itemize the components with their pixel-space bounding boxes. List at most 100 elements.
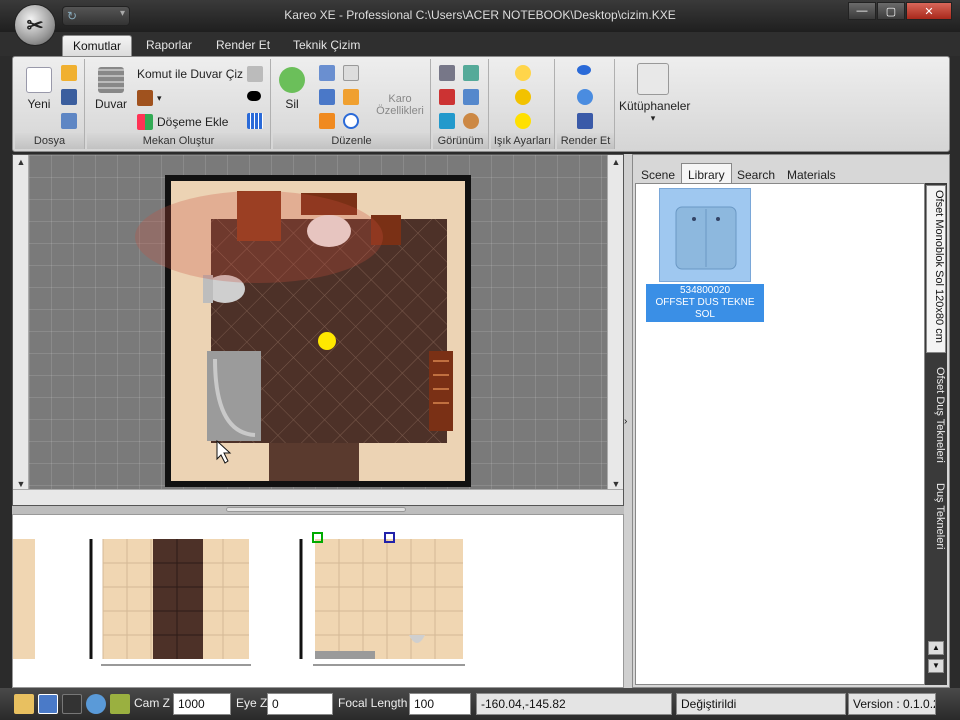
floor-tiles-icon: [137, 114, 153, 130]
cut-icon[interactable]: [319, 65, 335, 81]
category-scroll-down-icon[interactable]: ▼: [928, 659, 944, 673]
title-bar: Kareo XE - Professional C:\Users\ACER NO…: [0, 0, 960, 32]
save-icon[interactable]: [61, 89, 77, 105]
category-ofset-dus-tekneleri[interactable]: Ofset Duş Tekneleri: [926, 363, 946, 473]
category-scroll-up-icon[interactable]: ▲: [928, 641, 944, 655]
room-plan: [135, 175, 471, 487]
tab-scene[interactable]: Scene: [635, 165, 681, 185]
zoom-in-icon[interactable]: [463, 65, 479, 81]
add-floor-label: Döşeme Ekle: [157, 115, 229, 129]
tab-komutlar[interactable]: Komutlar: [62, 35, 133, 56]
render-export-icon[interactable]: [577, 113, 593, 129]
application-menu-button[interactable]: ✂: [14, 4, 56, 46]
zoom-out-icon[interactable]: [463, 89, 479, 105]
tab-search[interactable]: Search: [731, 165, 781, 185]
group-label-isik: Işık Ayarları: [491, 133, 554, 149]
settings-gear-icon[interactable]: [86, 694, 106, 714]
scroll-down-arrow-icon[interactable]: ▼: [13, 479, 29, 489]
door-dropdown[interactable]: ▾: [137, 89, 162, 107]
chevron-down-icon: ▾: [157, 92, 162, 103]
delete-button-label: Sil: [285, 97, 299, 111]
entrance-floor: [269, 443, 359, 481]
library-item[interactable]: 534800020 OFFSET DUS TEKNE SOL: [646, 188, 764, 322]
version-label: Version : 0.1.0.26: [848, 693, 936, 715]
qat-chevron-down-icon[interactable]: ▾: [120, 8, 125, 19]
snap-icon[interactable]: [38, 694, 58, 714]
window-controls: — ▢ ✕: [848, 2, 952, 20]
copy-icon[interactable]: [343, 65, 359, 81]
group-kutuphaneler: Kütüphaneler ▾: [617, 59, 691, 149]
ribbon-tabs: Komutlar Raporlar Render Et Teknik Çizim: [0, 32, 960, 56]
light-bulb-icon[interactable]: [515, 65, 531, 81]
open-folder-icon[interactable]: [61, 65, 77, 81]
minimize-button[interactable]: —: [848, 2, 876, 20]
eye-icon[interactable]: [463, 113, 479, 129]
tab-teknik-cizim[interactable]: Teknik Çizim: [283, 35, 370, 56]
tab-render-et[interactable]: Render Et: [206, 35, 280, 56]
wall-command-button[interactable]: Komut ile Duvar Çiz: [137, 65, 264, 83]
scroll-up-arrow-icon[interactable]: ▲: [13, 157, 29, 167]
wall-button[interactable]: Duvar: [93, 67, 129, 111]
object-icon[interactable]: [247, 91, 261, 101]
render-eye-icon[interactable]: [577, 65, 591, 75]
add-floor-button[interactable]: Döşeme Ekle: [137, 113, 228, 131]
category-dus-tekneleri[interactable]: Duş Tekneleri: [926, 479, 946, 559]
category-ofset-monoblok[interactable]: Ofset Monoblok Sol 120x80 cm: [926, 185, 946, 353]
grid-icon[interactable]: [247, 113, 263, 129]
bucket-icon[interactable]: [319, 113, 335, 129]
collapse-arrow-icon[interactable]: ›: [624, 416, 627, 427]
walk-icon[interactable]: [439, 89, 455, 105]
view-mode-icon[interactable]: [62, 694, 82, 714]
elevation-view[interactable]: [12, 514, 624, 688]
grid-toggle-icon[interactable]: [14, 694, 34, 714]
libraries-button[interactable]: Kütüphaneler ▾: [619, 63, 691, 124]
light-v-icon[interactable]: [515, 89, 531, 105]
panel-collapse-handle[interactable]: ›: [624, 154, 632, 688]
wall-button-label: Duvar: [94, 97, 127, 111]
properties-icon[interactable]: [319, 89, 335, 105]
side-tabs: Scene Library Search Materials: [633, 159, 951, 187]
render-settings-icon[interactable]: [577, 89, 593, 105]
right-scrollbar[interactable]: ▲ ▼: [607, 155, 623, 491]
close-button[interactable]: ✕: [906, 2, 952, 20]
view-splitter[interactable]: [12, 506, 624, 514]
eye-z-input[interactable]: [267, 693, 333, 715]
tile-properties-button[interactable]: Karo Özellikleri: [373, 93, 427, 117]
splitter-grip[interactable]: [226, 507, 406, 512]
rotate-icon[interactable]: [343, 113, 359, 129]
measure-icon[interactable]: [110, 694, 130, 714]
shower-tray-thumbnail: [659, 188, 751, 282]
tab-materials[interactable]: Materials: [781, 165, 842, 185]
document-state: Değiştirildi: [676, 693, 846, 715]
library-icon: [637, 63, 669, 95]
paste-icon[interactable]: [343, 89, 359, 105]
new-button[interactable]: Yeni: [23, 67, 55, 111]
group-dosya: Yeni Dosya: [15, 59, 85, 149]
tab-raporlar[interactable]: Raporlar: [136, 35, 202, 56]
category-strip: Ofset Monoblok Sol 120x80 cm Ofset Duş T…: [925, 183, 947, 685]
library-item-name: OFFSET DUS TEKNE SOL: [655, 297, 755, 320]
delete-button[interactable]: Sil: [277, 67, 307, 111]
focal-length-input[interactable]: [409, 693, 471, 715]
maximize-button[interactable]: ▢: [877, 2, 905, 20]
pan-icon[interactable]: [439, 113, 455, 129]
plan-grid[interactable]: [29, 155, 609, 491]
libraries-chevron-icon: ▾: [650, 113, 656, 123]
save-as-icon[interactable]: [61, 113, 77, 129]
camera-icon[interactable]: [439, 65, 455, 81]
cam-z-input[interactable]: [173, 693, 231, 715]
group-label-dosya: Dosya: [15, 133, 84, 149]
horizontal-scrollbar[interactable]: [13, 489, 623, 505]
light-point-icon[interactable]: [515, 113, 531, 129]
libraries-button-label: Kütüphaneler: [619, 99, 691, 113]
vscroll-down-arrow-icon[interactable]: ▼: [608, 479, 623, 489]
elevation-3: [315, 539, 463, 659]
group-isik-ayarlari: Işık Ayarları: [491, 59, 555, 149]
cursor-coordinates: -160.04,-145.82: [476, 693, 672, 715]
left-scrollbar[interactable]: ▲ ▼: [13, 155, 29, 491]
refresh-icon[interactable]: ↻: [67, 9, 77, 23]
vscroll-up-arrow-icon[interactable]: ▲: [608, 157, 623, 167]
elevation-2-strip: [153, 539, 203, 659]
status-bar: Cam Z Eye Z Focal Length -160.04,-145.82…: [0, 688, 960, 720]
plan-view[interactable]: ▲ ▼ ▲ ▼: [12, 154, 624, 506]
